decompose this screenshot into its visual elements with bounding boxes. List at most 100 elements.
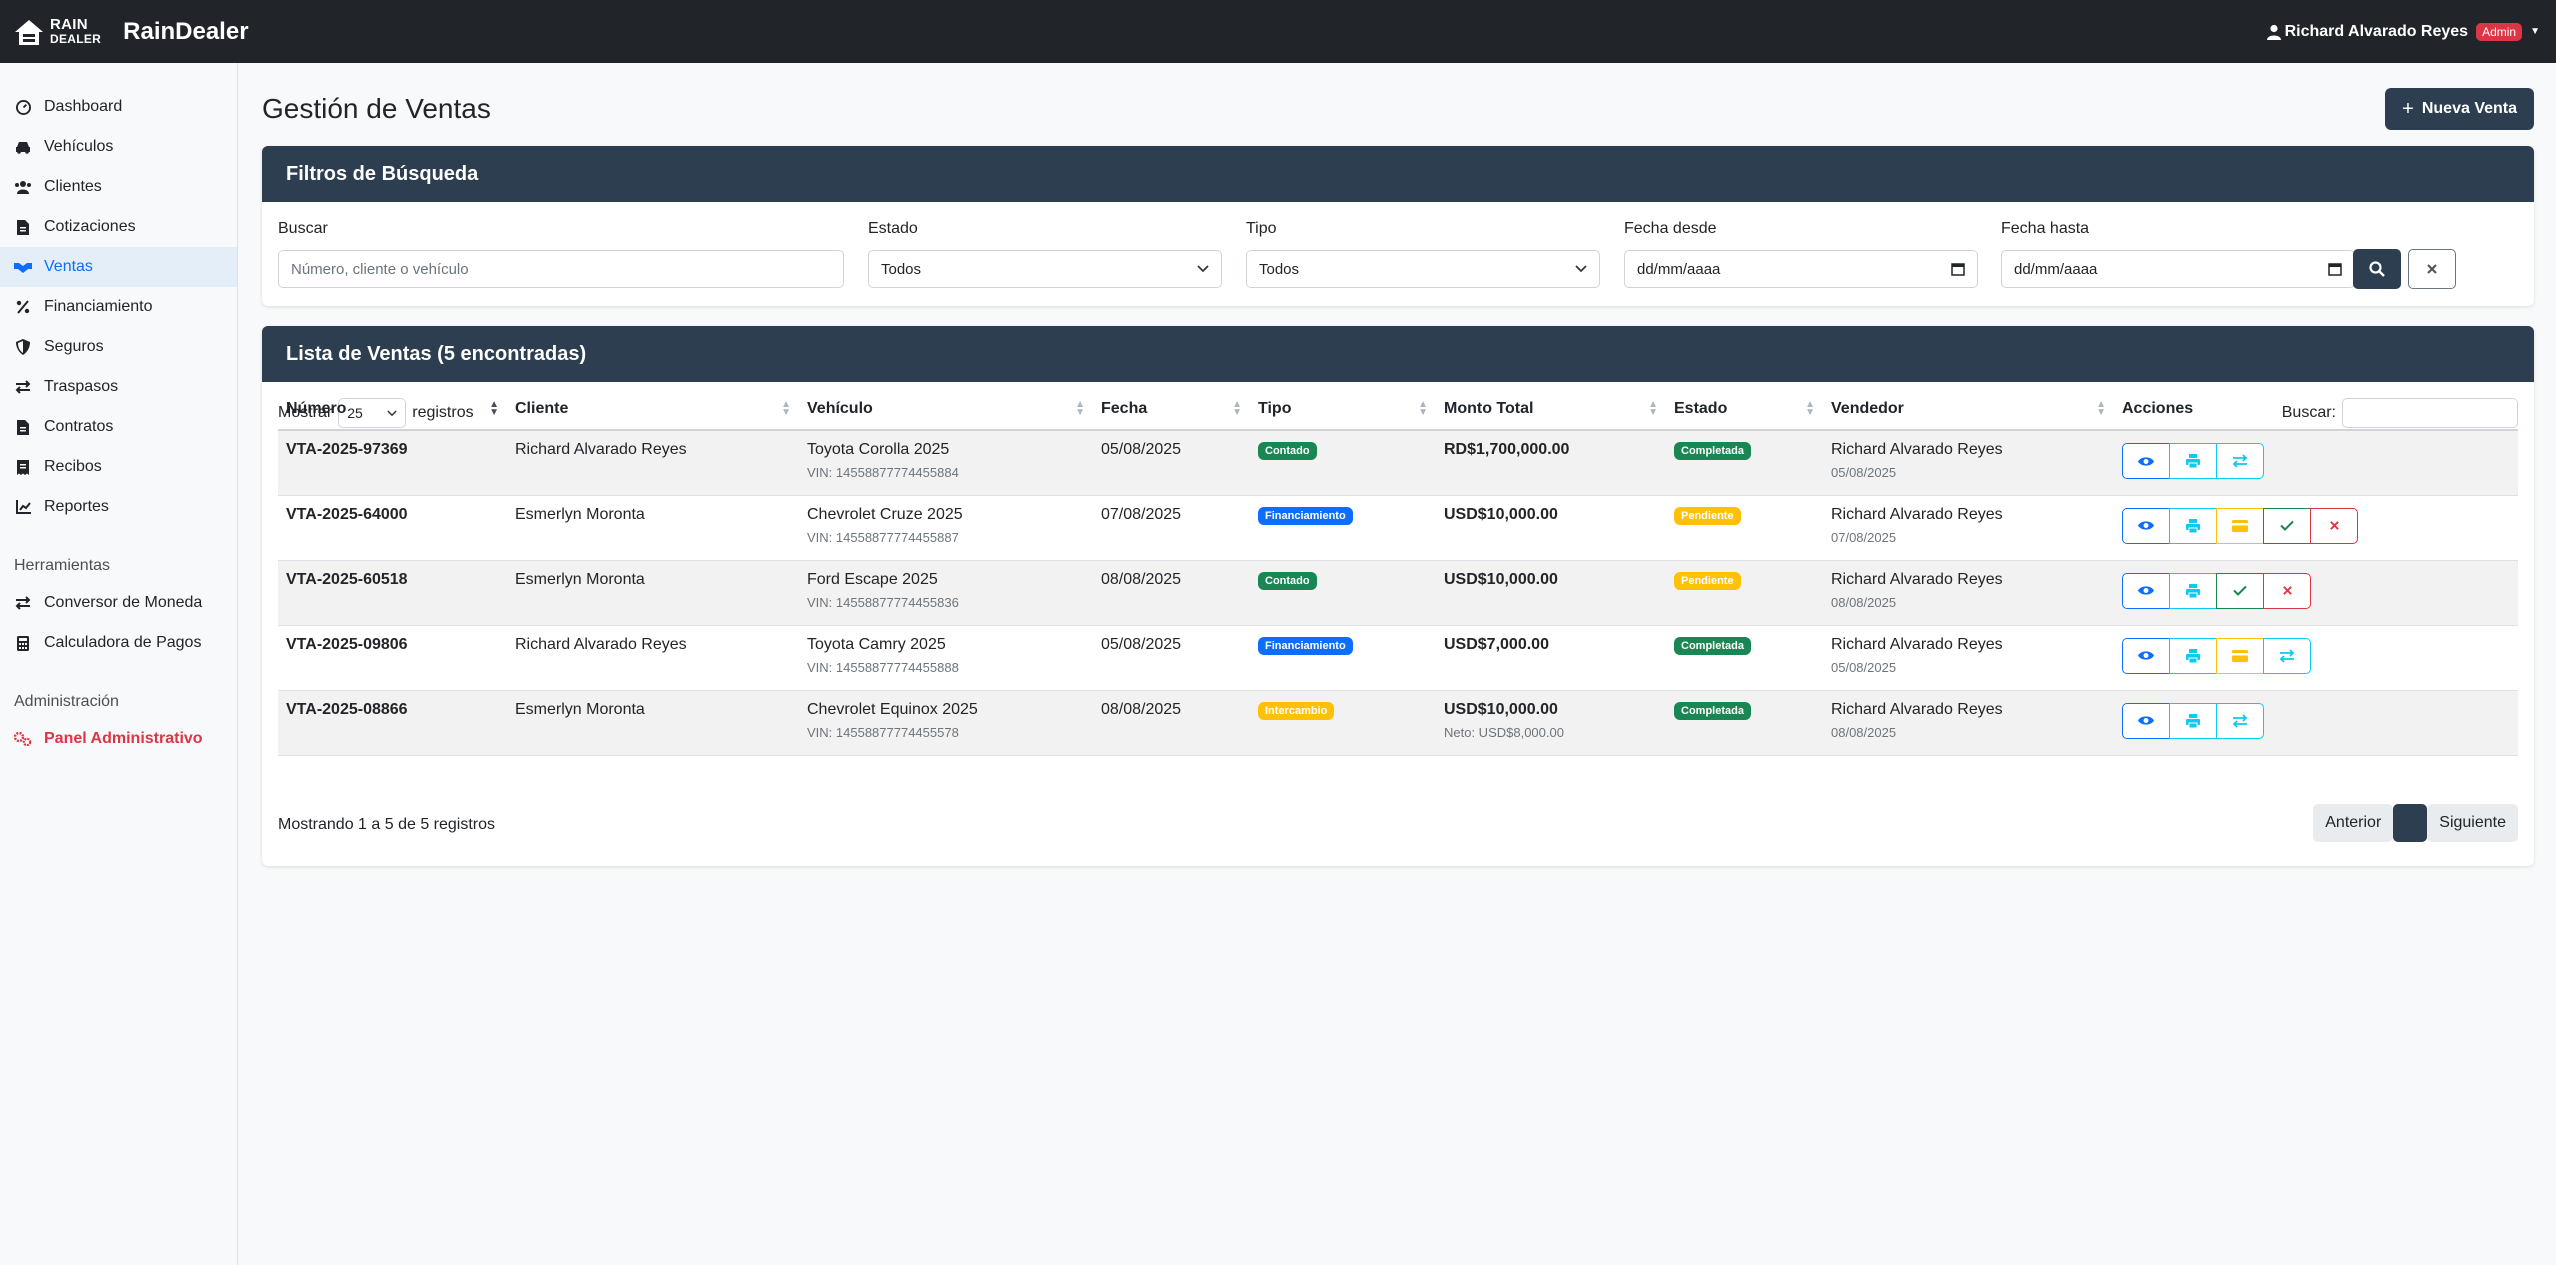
- print-icon: [2186, 583, 2200, 598]
- col-vendedor[interactable]: Vendedor ▲ ▼: [1823, 388, 2114, 431]
- view-button[interactable]: [2122, 702, 2170, 739]
- sidebar-item-vehiculos[interactable]: Vehículos: [0, 127, 237, 167]
- search-button[interactable]: [2353, 249, 2401, 289]
- vehicle-vin: VIN: 14558877774455578: [807, 724, 959, 740]
- vehicle-name: Toyota Corolla 2025: [807, 441, 950, 458]
- percent-icon: [14, 300, 32, 314]
- total-amount: USD$10,000.00: [1444, 505, 1558, 523]
- vehicle-vin: VIN: 14558877774455888: [807, 659, 959, 675]
- sidebar-item-cotizaciones[interactable]: Cotizaciones: [0, 207, 237, 247]
- col-estado[interactable]: Estado ▲ ▼: [1666, 388, 1823, 431]
- search-input[interactable]: Número, cliente o vehículo: [278, 250, 844, 288]
- sidebar-item-dashboard[interactable]: Dashboard: [0, 87, 237, 127]
- seller-date: 08/08/2025: [1831, 724, 1897, 740]
- view-button[interactable]: [2122, 637, 2170, 674]
- sidebar-item-seguros[interactable]: Seguros: [0, 327, 237, 367]
- table-row: VTA-2025-60518 Esmerlyn Moronta Ford Esc…: [278, 560, 2518, 626]
- current-page-button[interactable]: [2393, 804, 2428, 842]
- sidebar-item-recibos[interactable]: Recibos: [0, 447, 237, 487]
- document-icon: [14, 219, 32, 235]
- print-button[interactable]: [2169, 443, 2217, 479]
- type-badge: Contado: [1258, 442, 1317, 460]
- sidebar-item-reportes[interactable]: Reportes: [0, 487, 237, 527]
- payment-button[interactable]: [2216, 507, 2264, 544]
- print-button[interactable]: [2169, 507, 2217, 544]
- new-sale-button[interactable]: + Nueva Venta: [2385, 88, 2534, 130]
- sidebar-item-calculadora[interactable]: Calculadora de Pagos: [0, 623, 237, 663]
- print-button[interactable]: [2169, 572, 2217, 609]
- sidebar-item-label: Dashboard: [44, 98, 123, 115]
- sort-icon: ▲ ▼: [781, 399, 791, 418]
- type-badge: Intercambio: [1258, 701, 1335, 720]
- sales-table: Número ▲ ▼ Cliente ▲ ▼ Vehículo ▲ ▼ Fecha ▲ ▼ Ti…: [278, 388, 2518, 756]
- prev-page-button[interactable]: Anterior: [2313, 804, 2394, 842]
- top-navbar: RAIN DEALER RainDealer Richard Alvarado …: [0, 0, 2556, 63]
- table-row: VTA-2025-64000 Esmerlyn Moronta Chevrole…: [278, 495, 2518, 561]
- brand-name[interactable]: RainDealer: [123, 18, 248, 46]
- payment-button[interactable]: [2216, 637, 2264, 674]
- sale-date: 07/08/2025: [1101, 505, 1182, 523]
- sale-number[interactable]: VTA-2025-08866: [286, 701, 499, 719]
- transfer-button[interactable]: [2263, 637, 2311, 674]
- approve-button[interactable]: [2216, 572, 2264, 609]
- cancel-button[interactable]: [2263, 572, 2311, 609]
- sidebar-item-financiamiento[interactable]: Financiamiento: [0, 287, 237, 327]
- print-button[interactable]: [2169, 637, 2217, 674]
- sale-number[interactable]: VTA-2025-09806: [286, 636, 499, 654]
- chevron-down-icon: [1575, 265, 1587, 273]
- transfer-button[interactable]: [2216, 702, 2264, 739]
- calendar-icon[interactable]: [2328, 262, 2342, 276]
- user-menu[interactable]: Richard Alvarado Reyes Admin ▼: [2266, 0, 2540, 63]
- col-cliente[interactable]: Cliente ▲ ▼: [507, 388, 799, 431]
- tipo-select[interactable]: Todos: [1246, 250, 1600, 288]
- table-row: VTA-2025-09806 Richard Alvarado Reyes To…: [278, 625, 2518, 691]
- clear-filters-button[interactable]: [2408, 249, 2456, 289]
- table-row: VTA-2025-97369 Richard Alvarado Reyes To…: [278, 430, 2518, 496]
- table-row: VTA-2025-08866 Esmerlyn Moronta Chevrole…: [278, 690, 2518, 756]
- seller-date: 07/08/2025: [1831, 529, 1897, 545]
- logo-line2: DEALER: [50, 31, 102, 46]
- sidebar: Dashboard Vehículos Clientes Cotizacione…: [0, 63, 238, 1265]
- cancel-button[interactable]: [2310, 507, 2358, 544]
- sidebar-item-clientes[interactable]: Clientes: [0, 167, 237, 207]
- sidebar-item-panel-administrativo[interactable]: Panel Administrativo: [0, 719, 237, 759]
- calendar-icon[interactable]: [1951, 262, 1965, 276]
- estado-select[interactable]: Todos: [868, 250, 1222, 288]
- sidebar-item-traspasos[interactable]: Traspasos: [0, 367, 237, 407]
- next-page-button[interactable]: Siguiente: [2427, 804, 2518, 842]
- shield-icon: [14, 339, 32, 355]
- col-monto[interactable]: Monto Total ▲ ▼: [1436, 388, 1666, 431]
- client-name: Richard Alvarado Reyes: [515, 635, 687, 653]
- col-numero[interactable]: Número ▲ ▼: [278, 388, 507, 431]
- eye-icon: [2138, 586, 2154, 595]
- client-name: Richard Alvarado Reyes: [515, 441, 687, 458]
- sidebar-item-conversor[interactable]: Conversor de Moneda: [0, 583, 237, 623]
- col-fecha[interactable]: Fecha ▲ ▼: [1093, 388, 1250, 431]
- vehicle-name: Chevrolet Equinox 2025: [807, 700, 978, 718]
- role-badge: Admin: [2476, 22, 2523, 41]
- transfer-button[interactable]: [2216, 443, 2264, 479]
- sidebar-item-ventas[interactable]: Ventas: [0, 247, 237, 287]
- view-button[interactable]: [2122, 572, 2170, 609]
- vehicle-name: Ford Escape 2025: [807, 570, 938, 588]
- logo-line1: RAIN: [50, 15, 88, 33]
- list-header: Lista de Ventas (5 encontradas): [262, 326, 2534, 382]
- sale-number[interactable]: VTA-2025-97369: [286, 441, 499, 459]
- close-icon: [2282, 586, 2292, 595]
- type-badge: Financiamiento: [1258, 506, 1353, 525]
- fecha-hasta-input[interactable]: dd/mm/aaaa: [2001, 250, 2355, 288]
- fecha-desde-input[interactable]: dd/mm/aaaa: [1624, 250, 1978, 288]
- col-tipo[interactable]: Tipo ▲ ▼: [1250, 388, 1436, 431]
- print-button[interactable]: [2169, 702, 2217, 739]
- col-vehiculo[interactable]: Vehículo ▲ ▼: [799, 388, 1093, 431]
- approve-button[interactable]: [2263, 507, 2311, 544]
- sidebar-item-contratos[interactable]: Contratos: [0, 407, 237, 447]
- view-button[interactable]: [2122, 507, 2170, 544]
- sale-number[interactable]: VTA-2025-64000: [286, 506, 499, 524]
- sale-date: 08/08/2025: [1101, 570, 1182, 588]
- brand[interactable]: RAIN DEALER RainDealer: [12, 15, 249, 49]
- total-amount: USD$10,000.00: [1444, 570, 1558, 588]
- sort-icon: ▲ ▼: [1805, 399, 1815, 418]
- sale-number[interactable]: VTA-2025-60518: [286, 571, 499, 589]
- view-button[interactable]: [2122, 443, 2170, 479]
